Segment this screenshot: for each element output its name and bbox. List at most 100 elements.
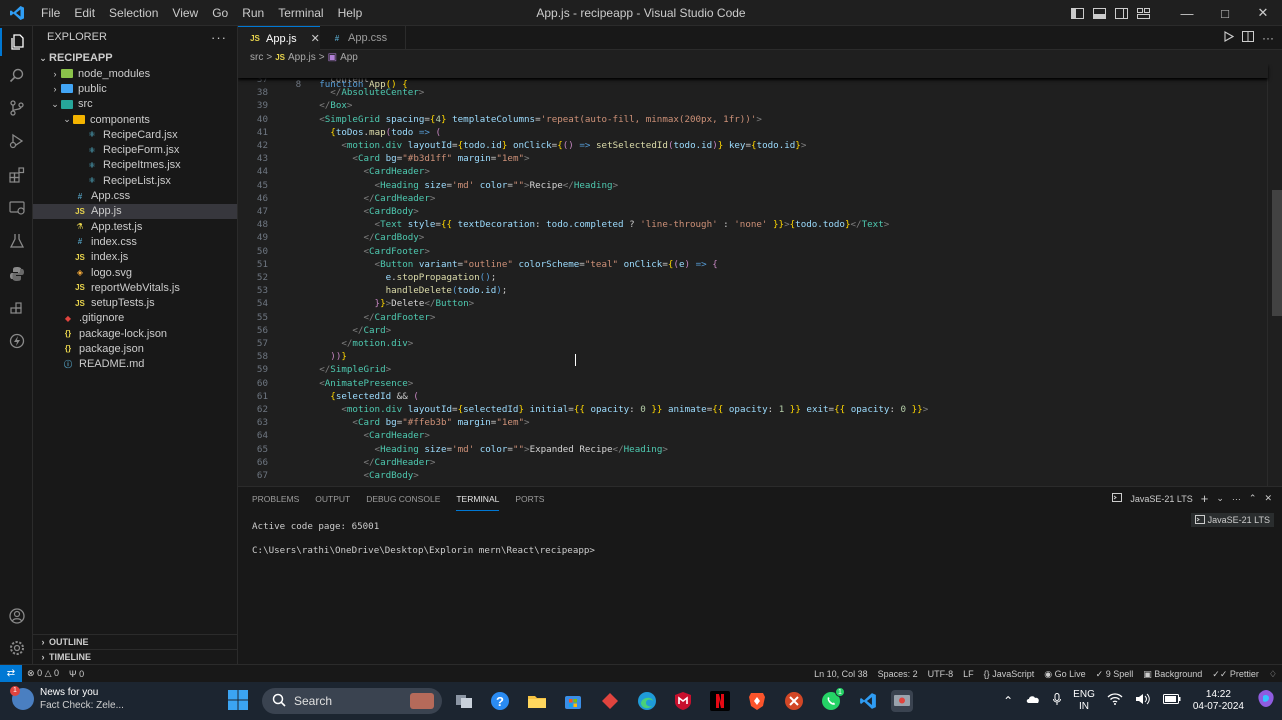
go-live-button[interactable]: ◉ Go Live — [1039, 669, 1090, 680]
toggle-secondary-sidebar-icon[interactable] — [1110, 0, 1132, 26]
source-control-icon[interactable] — [0, 94, 33, 122]
encoding[interactable]: UTF-8 — [923, 669, 959, 679]
containers-icon[interactable] — [0, 294, 33, 322]
menu-selection[interactable]: Selection — [102, 0, 165, 26]
tree-file[interactable]: ⚗ App.test.js — [33, 219, 237, 234]
background-status[interactable]: ▣ Background — [1138, 669, 1207, 680]
tree-file[interactable]: # App.css — [33, 188, 237, 203]
tree-file[interactable]: JS reportWebVitals.js — [33, 280, 237, 295]
breadcrumb-symbol[interactable]: App — [340, 52, 358, 63]
terminal-instance-tab[interactable]: JavaSE-21 LTS — [1190, 513, 1274, 527]
edge-browser-icon[interactable] — [636, 690, 658, 712]
tree-file[interactable]: ⓘ README.md — [33, 357, 237, 372]
testing-icon[interactable] — [0, 227, 33, 255]
spell-check-status[interactable]: ✓ 9 Spell — [1091, 669, 1139, 680]
search-icon[interactable] — [0, 62, 33, 90]
terminal-profile-label[interactable]: JavaSE-21 LTS — [1130, 494, 1192, 504]
ports-status[interactable]: Ψ 0 — [64, 669, 89, 679]
prettier-status[interactable]: ✓✓ Prettier — [1207, 669, 1264, 680]
go-live-icon[interactable] — [0, 327, 33, 355]
language-mode[interactable]: {} JavaScript — [979, 669, 1040, 679]
extensions-icon[interactable] — [0, 161, 33, 189]
brave-browser-icon[interactable] — [746, 690, 768, 712]
tree-file[interactable]: ⚛ RecipeForm.jsx — [33, 142, 237, 157]
breadcrumb-src[interactable]: src — [250, 52, 263, 63]
news-widget[interactable]: 1 News for you Fact Check: Zele... — [10, 686, 124, 712]
outline-section[interactable]: › OUTLINE — [33, 634, 238, 649]
terminal-prompt-line[interactable]: C:\Users\rathi\OneDrive\Desktop\Explorin… — [252, 545, 595, 556]
tab-problems[interactable]: PROBLEMS — [252, 487, 299, 511]
new-terminal-icon[interactable]: + — [1201, 491, 1209, 506]
close-panel-icon[interactable]: ✕ — [1264, 493, 1272, 504]
task-view-icon[interactable] — [453, 690, 475, 712]
tree-file[interactable]: ⚛ RecipeList.jsx — [33, 173, 237, 188]
tab-app-js[interactable]: JS App.js ✕ — [238, 26, 320, 50]
mcafee-icon[interactable] — [672, 690, 694, 712]
remote-indicator-icon[interactable]: ⇄ — [0, 664, 22, 683]
netflix-icon[interactable] — [709, 690, 731, 712]
run-debug-icon[interactable] — [0, 127, 33, 155]
tree-file[interactable]: JS index.js — [33, 250, 237, 265]
tree-folder[interactable]: › public — [33, 81, 237, 96]
tree-file[interactable]: ◆ .gitignore — [33, 311, 237, 326]
close-window-icon[interactable]: ✕ — [1244, 0, 1282, 26]
copilot-icon[interactable] — [1250, 689, 1282, 713]
account-icon[interactable] — [0, 602, 33, 630]
customize-layout-icon[interactable] — [1132, 0, 1154, 26]
close-tab-icon[interactable]: ✕ — [311, 32, 320, 45]
workspace-root[interactable]: ⌄ RECIPEAPP — [33, 50, 237, 66]
menu-terminal[interactable]: Terminal — [271, 0, 330, 26]
battery-icon[interactable] — [1157, 694, 1187, 708]
menu-file[interactable]: File — [34, 0, 67, 26]
tree-file[interactable]: {} package.json — [33, 341, 237, 356]
python-icon[interactable] — [0, 260, 33, 288]
explorer-icon[interactable] — [0, 28, 33, 56]
tree-file[interactable]: {} package-lock.json — [33, 326, 237, 341]
git-tool-icon[interactable] — [783, 690, 805, 712]
tree-folder[interactable]: ⌄ components — [33, 112, 237, 127]
tab-terminal[interactable]: TERMINAL — [456, 487, 500, 511]
onedrive-cloud-icon[interactable] — [1019, 694, 1047, 708]
editor-scrollbar[interactable] — [1270, 64, 1282, 486]
menu-run[interactable]: Run — [235, 0, 271, 26]
tab-output[interactable]: OUTPUT — [315, 487, 350, 511]
more-actions-icon[interactable]: ··· — [211, 30, 227, 45]
tree-file[interactable]: ⚛ RecipeCard.jsx — [33, 127, 237, 142]
help-app-icon[interactable]: ? — [489, 690, 511, 712]
maximize-icon[interactable]: □ — [1206, 0, 1244, 26]
tree-file[interactable]: ⚛ RecipeItmes.jsx — [33, 158, 237, 173]
taskbar-search[interactable]: Search — [262, 688, 442, 714]
menu-help[interactable]: Help — [331, 0, 370, 26]
menu-go[interactable]: Go — [205, 0, 235, 26]
settings-gear-icon[interactable] — [0, 634, 33, 662]
clock[interactable]: 14:22 04-07-2024 — [1187, 689, 1250, 713]
more-actions-icon[interactable]: ··· — [1262, 31, 1274, 45]
notifications-bell-icon[interactable]: ♢ — [1264, 669, 1282, 680]
store-icon[interactable] — [562, 690, 584, 712]
minimize-icon[interactable]: — — [1168, 0, 1206, 26]
tab-debug-console[interactable]: DEBUG CONSOLE — [366, 487, 440, 511]
tree-file[interactable]: # index.css — [33, 234, 237, 249]
toggle-panel-icon[interactable] — [1088, 0, 1110, 26]
split-editor-icon[interactable] — [1242, 31, 1254, 45]
code-editor[interactable]: 37 content 38 </AbsoluteCenter> 39 </Box> 4… — [238, 64, 1282, 486]
problems-status[interactable]: ⊗ 0 △ 0 — [22, 668, 64, 679]
chevron-down-icon[interactable]: ⌄ — [1216, 493, 1224, 504]
toggle-primary-sidebar-icon[interactable] — [1066, 0, 1088, 26]
tree-file[interactable]: JS App.js — [33, 203, 237, 219]
volume-icon[interactable] — [1129, 693, 1157, 709]
menu-edit[interactable]: Edit — [67, 0, 102, 26]
indentation[interactable]: Spaces: 2 — [873, 669, 923, 679]
run-code-icon[interactable] — [1224, 31, 1235, 45]
tab-ports[interactable]: PORTS — [515, 487, 544, 511]
scrollbar-thumb[interactable] — [1272, 190, 1282, 316]
remote-explorer-icon[interactable] — [0, 194, 33, 222]
sticky-scroll-header[interactable]: 8 function App() { — [238, 64, 1268, 90]
microphone-icon[interactable] — [1047, 693, 1067, 709]
tree-file[interactable]: JS setupTests.js — [33, 295, 237, 310]
cursor-position[interactable]: Ln 10, Col 38 — [809, 669, 873, 679]
timeline-section[interactable]: › TIMELINE — [33, 649, 238, 664]
windows-start-icon[interactable] — [228, 690, 248, 713]
tree-folder[interactable]: › node_modules — [33, 66, 237, 81]
chevron-up-icon[interactable]: ⌃ — [997, 695, 1019, 707]
